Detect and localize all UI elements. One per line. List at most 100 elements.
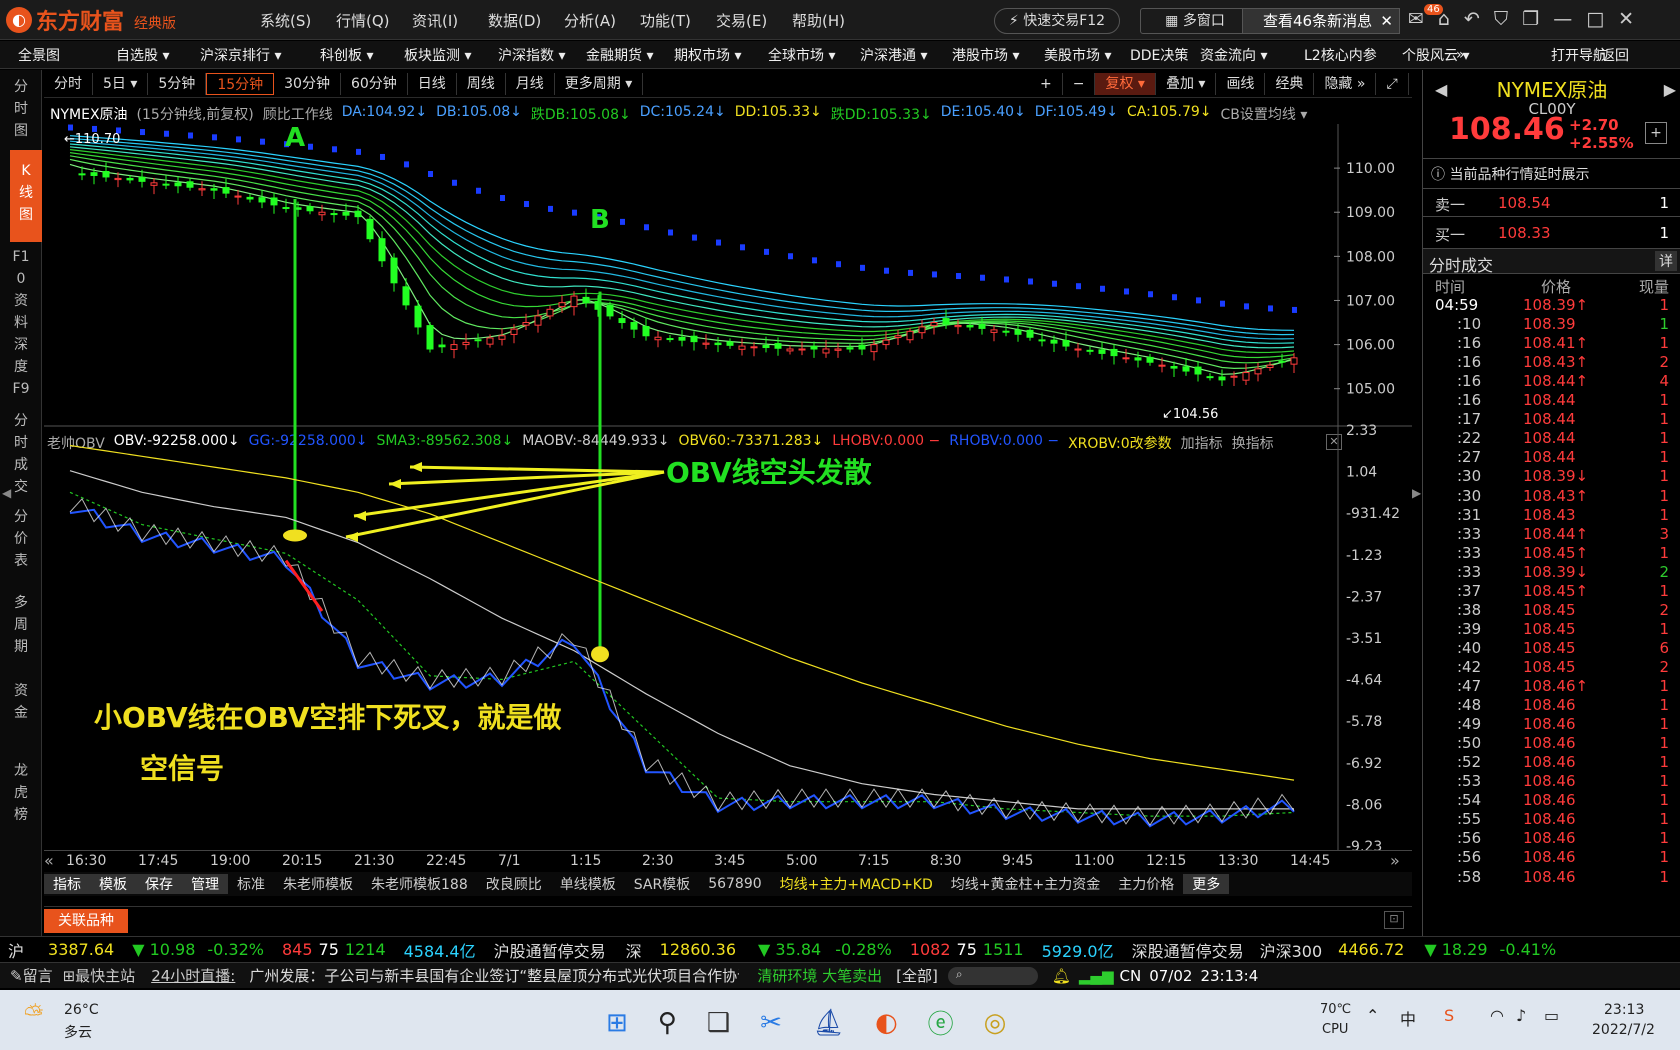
nav-item[interactable]: 金融期货 ▾ xyxy=(586,45,653,65)
template-item[interactable]: 管理 xyxy=(182,874,228,894)
template-item[interactable]: 均线+黄金柱+主力资金 xyxy=(942,874,1109,894)
side-tab[interactable]: 分时图 xyxy=(10,76,32,142)
menu-item[interactable]: 帮助(H) xyxy=(792,10,868,31)
message-link[interactable]: 留言 xyxy=(23,965,53,986)
search-taskbar-icon[interactable]: ⚲ xyxy=(658,1008,677,1038)
side-tab[interactable]: 分时成交 xyxy=(10,410,32,498)
all-button[interactable]: [全部] xyxy=(896,965,938,986)
template-item[interactable]: 主力价格 xyxy=(1109,874,1183,894)
period-tab[interactable]: 5分钟 xyxy=(148,72,207,95)
period-tab[interactable]: 周线 xyxy=(457,72,506,95)
kline-chart[interactable]: 110.00 109.00 108.00 107.00 106.00 105.00 2.33… xyxy=(44,124,1412,850)
side-tab[interactable]: K线图 xyxy=(10,150,42,242)
template-item[interactable]: 朱老师模板188 xyxy=(362,874,477,894)
chart-tool-button[interactable]: 复权 ▾ xyxy=(1095,73,1156,95)
sz-label[interactable]: 深 xyxy=(626,938,642,962)
side-tab[interactable]: F10资料 xyxy=(10,246,32,334)
chart-tool-button[interactable]: 隐藏 » xyxy=(1314,73,1377,95)
live-link[interactable]: 24小时直播: xyxy=(151,965,235,986)
expand-icon[interactable]: ⊡ xyxy=(1384,911,1404,929)
mail-icon[interactable]: ✉ xyxy=(1408,8,1424,30)
nav-item[interactable]: L2核心内参 xyxy=(1304,45,1377,65)
multi-window-button[interactable]: ▦ 多窗口 xyxy=(1140,8,1250,34)
taskview-icon[interactable]: ❑ xyxy=(707,1008,730,1038)
template-item[interactable]: 均线+主力+MACD+KD xyxy=(771,874,942,894)
nav-item[interactable]: 资金流向 ▾ xyxy=(1200,45,1267,65)
period-tab[interactable]: 30分钟 xyxy=(274,72,341,95)
side-tab[interactable]: 龙虎榜 xyxy=(10,760,32,826)
period-tab[interactable]: 更多周期 ▾ xyxy=(555,72,644,95)
fast-trade-button[interactable]: ⚡ 快速交易F12 xyxy=(994,8,1120,34)
template-item[interactable]: 指标 xyxy=(44,874,90,894)
minimize-icon[interactable]: — xyxy=(1553,8,1572,30)
nav-item[interactable]: 自选股 ▾ xyxy=(116,45,169,65)
menu-item[interactable]: 交易(E) xyxy=(716,10,792,31)
sail-app-icon[interactable]: ⛵︎ xyxy=(812,1008,845,1038)
close-window-icon[interactable]: ✕ xyxy=(1618,8,1634,30)
browser-icon[interactable]: ⓔ xyxy=(928,1004,954,1041)
template-item[interactable]: 单线模板 xyxy=(551,874,625,894)
nav-item[interactable]: 全景图 xyxy=(18,45,60,65)
maximize-icon[interactable]: □ xyxy=(1586,8,1604,30)
template-item[interactable]: 朱老师模板 xyxy=(274,874,362,894)
chart-tool-button[interactable]: + xyxy=(1030,73,1063,95)
nav-item[interactable]: 板块监测 ▾ xyxy=(404,45,471,65)
period-tab[interactable]: 15分钟 xyxy=(206,72,275,95)
nav-item[interactable]: 科创板 ▾ xyxy=(320,45,373,65)
menu-item[interactable]: 分析(A) xyxy=(564,10,640,31)
search-icon[interactable]: ⌕ xyxy=(947,966,1038,985)
sogou-icon[interactable]: S xyxy=(1444,1006,1454,1025)
nav-item[interactable]: 期权市场 ▾ xyxy=(674,45,741,65)
sh-label[interactable]: 沪 xyxy=(8,938,24,962)
side-tab[interactable]: 多周期 xyxy=(10,592,32,658)
nav-item[interactable]: 沪深指数 ▾ xyxy=(498,45,565,65)
messages-button[interactable]: 查看46条新消息 ✕ xyxy=(1242,8,1400,34)
chart-tool-button[interactable]: − xyxy=(1063,73,1096,95)
undo-icon[interactable]: ↶ xyxy=(1464,8,1480,30)
template-item[interactable]: 567890 xyxy=(699,876,770,892)
collapse-left-icon[interactable]: ◀ xyxy=(2,486,11,500)
app-icon[interactable]: ◎ xyxy=(984,1008,1007,1038)
period-tab[interactable]: 5日 ▾ xyxy=(93,72,149,95)
server-link[interactable]: 最快主站 xyxy=(75,965,135,986)
message-icon[interactable]: ✎ xyxy=(10,967,23,985)
nav-item[interactable]: 美股市场 ▾ xyxy=(1044,45,1111,65)
nav-item[interactable]: 全球市场 ▾ xyxy=(768,45,835,65)
eastmoney-app-icon[interactable]: ◐ xyxy=(875,1008,898,1038)
restore-icon[interactable]: ❐ xyxy=(1522,8,1539,30)
scroll-left-icon[interactable]: « xyxy=(44,851,54,870)
period-tab[interactable]: 月线 xyxy=(506,72,555,95)
ime-icon[interactable]: 中 xyxy=(1400,1006,1416,1030)
nav-item[interactable]: 返回 xyxy=(1601,45,1629,65)
side-tab[interactable]: 分价表 xyxy=(10,506,32,572)
nav-item[interactable]: 沪深港通 ▾ xyxy=(860,45,927,65)
battery-icon[interactable]: ▭ xyxy=(1544,1006,1559,1025)
period-tab[interactable]: 分时 xyxy=(44,72,93,95)
side-tab[interactable]: 深度F9 xyxy=(10,334,32,400)
side-tab[interactable]: 资金 xyxy=(10,680,32,724)
hs300-label[interactable]: 沪深300 xyxy=(1260,938,1323,962)
nav-item[interactable]: 港股市场 ▾ xyxy=(952,45,1019,65)
menu-item[interactable]: 系统(S) xyxy=(260,10,336,31)
chart-tool-button[interactable]: 画线 xyxy=(1216,73,1266,95)
wifi-icon[interactable]: ◠ xyxy=(1490,1006,1504,1025)
bell-icon[interactable]: 🔔︎ xyxy=(1052,967,1071,985)
template-item[interactable]: 标准 xyxy=(228,874,274,894)
nav-item[interactable]: » xyxy=(1456,47,1465,63)
trades-detail-button[interactable]: 详 xyxy=(1655,251,1677,271)
close-icon[interactable]: ✕ xyxy=(1380,9,1393,33)
scroll-right-icon[interactable]: » xyxy=(1390,851,1400,870)
snipping-icon[interactable]: ✂ xyxy=(760,1008,782,1038)
fullscreen-icon[interactable]: ⤢ xyxy=(1376,73,1409,95)
nav-item[interactable]: 沪深京排行 ▾ xyxy=(200,45,281,65)
start-icon[interactable]: ⊞ xyxy=(606,1008,628,1038)
related-products-button[interactable]: 关联品种 xyxy=(44,909,128,933)
volume-icon[interactable]: ♪ xyxy=(1516,1006,1526,1025)
menu-item[interactable]: 数据(D) xyxy=(488,10,564,31)
period-tab[interactable]: 60分钟 xyxy=(341,72,408,95)
chart-tool-button[interactable]: 叠加 ▾ xyxy=(1156,73,1217,95)
collapse-right-icon[interactable]: ▶ xyxy=(1412,486,1421,500)
clock-date[interactable]: 2022/7/2 xyxy=(1592,1022,1655,1038)
shirt-icon[interactable]: ⛉ xyxy=(1494,8,1508,30)
template-item[interactable]: SAR模板 xyxy=(625,874,699,894)
